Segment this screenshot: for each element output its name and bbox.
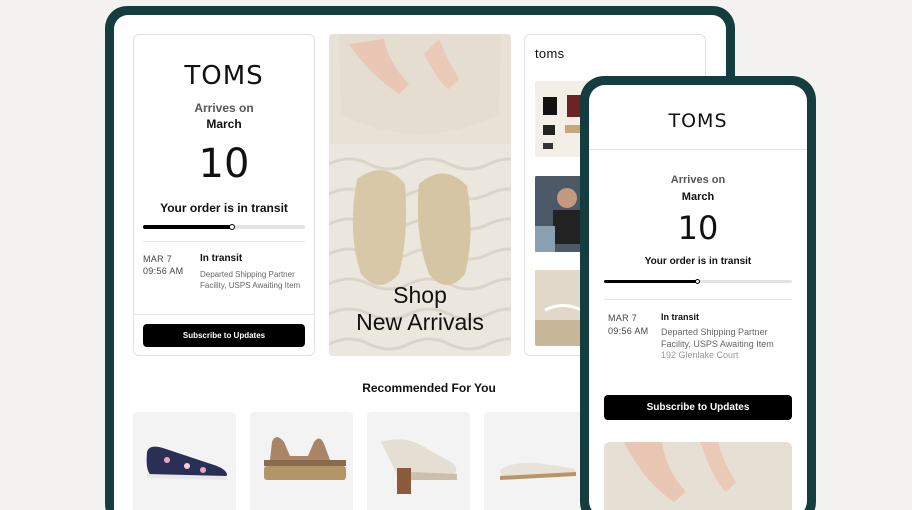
event-time: 09:56 AM bbox=[608, 326, 649, 336]
event-details: In transit Departed Shipping Partner Fac… bbox=[200, 253, 305, 291]
event-description: Departed Shipping Partner Facility, USPS… bbox=[661, 327, 774, 349]
tracking-event: MAR 7 09:56 AM In transit Departed Shipp… bbox=[143, 253, 305, 291]
promo-banner[interactable]: Shop New Arrivals bbox=[329, 34, 511, 356]
event-date: MAR 7 bbox=[143, 254, 173, 264]
progress-marker bbox=[695, 279, 700, 284]
product-card[interactable] bbox=[133, 412, 236, 510]
divider bbox=[134, 314, 314, 315]
arrival-day: 10 bbox=[677, 209, 719, 247]
tracking-card: TOMS Arrives on March 10 Your order is i… bbox=[133, 34, 315, 356]
promo-line-1: Shop bbox=[393, 282, 447, 308]
product-image bbox=[381, 439, 457, 494]
toms-logo: TOMS bbox=[668, 110, 728, 132]
progress-fill bbox=[143, 225, 233, 229]
event-time: 09:56 AM bbox=[143, 266, 184, 276]
phone-screen: TOMS Arrives on March 10 Your order is i… bbox=[589, 85, 807, 510]
phone-frame: TOMS Arrives on March 10 Your order is i… bbox=[580, 76, 816, 510]
progress-fill bbox=[604, 280, 698, 283]
progress-bar bbox=[143, 224, 305, 230]
social-brand: toms bbox=[535, 46, 565, 61]
product-image bbox=[500, 462, 576, 480]
event-address: 192 Glenlake Court bbox=[661, 350, 739, 360]
order-status: Your order is in transit bbox=[644, 256, 752, 267]
promo-line-2: New Arrivals bbox=[356, 309, 484, 335]
tracking-event: MAR 7 09:56 AM In transit Departed Shipp… bbox=[608, 312, 788, 360]
subscribe-button[interactable]: Subscribe to Updates bbox=[143, 324, 305, 347]
arrives-label: Arrives on bbox=[670, 174, 726, 186]
progress-marker bbox=[229, 224, 236, 230]
promo-photo bbox=[604, 442, 792, 510]
event-datetime: MAR 7 09:56 AM bbox=[608, 312, 661, 360]
event-datetime: MAR 7 09:56 AM bbox=[143, 253, 200, 291]
arrival-day: 10 bbox=[198, 141, 250, 187]
arrival-month: March bbox=[681, 191, 715, 203]
product-card[interactable] bbox=[250, 412, 353, 510]
divider bbox=[604, 299, 792, 300]
subscribe-button[interactable]: Subscribe to Updates bbox=[604, 395, 792, 420]
arrival-month: March bbox=[206, 117, 242, 131]
product-card[interactable] bbox=[367, 412, 470, 510]
header-divider bbox=[589, 149, 807, 150]
event-description: Departed Shipping Partner Facility, USPS… bbox=[200, 270, 301, 290]
event-details: In transit Departed Shipping Partner Fac… bbox=[661, 312, 788, 360]
product-image bbox=[146, 446, 227, 480]
progress-bar bbox=[604, 279, 792, 284]
event-date: MAR 7 bbox=[608, 313, 638, 323]
product-card[interactable] bbox=[484, 412, 587, 510]
arrives-label: Arrives on bbox=[194, 101, 254, 115]
promo-headline: Shop New Arrivals bbox=[329, 282, 511, 336]
product-image bbox=[264, 437, 346, 480]
order-status: Your order is in transit bbox=[160, 201, 288, 215]
promo-image[interactable] bbox=[604, 442, 792, 510]
toms-logo: TOMS bbox=[184, 61, 264, 91]
event-title: In transit bbox=[200, 253, 243, 264]
divider bbox=[143, 241, 305, 242]
event-title: In transit bbox=[661, 312, 700, 322]
